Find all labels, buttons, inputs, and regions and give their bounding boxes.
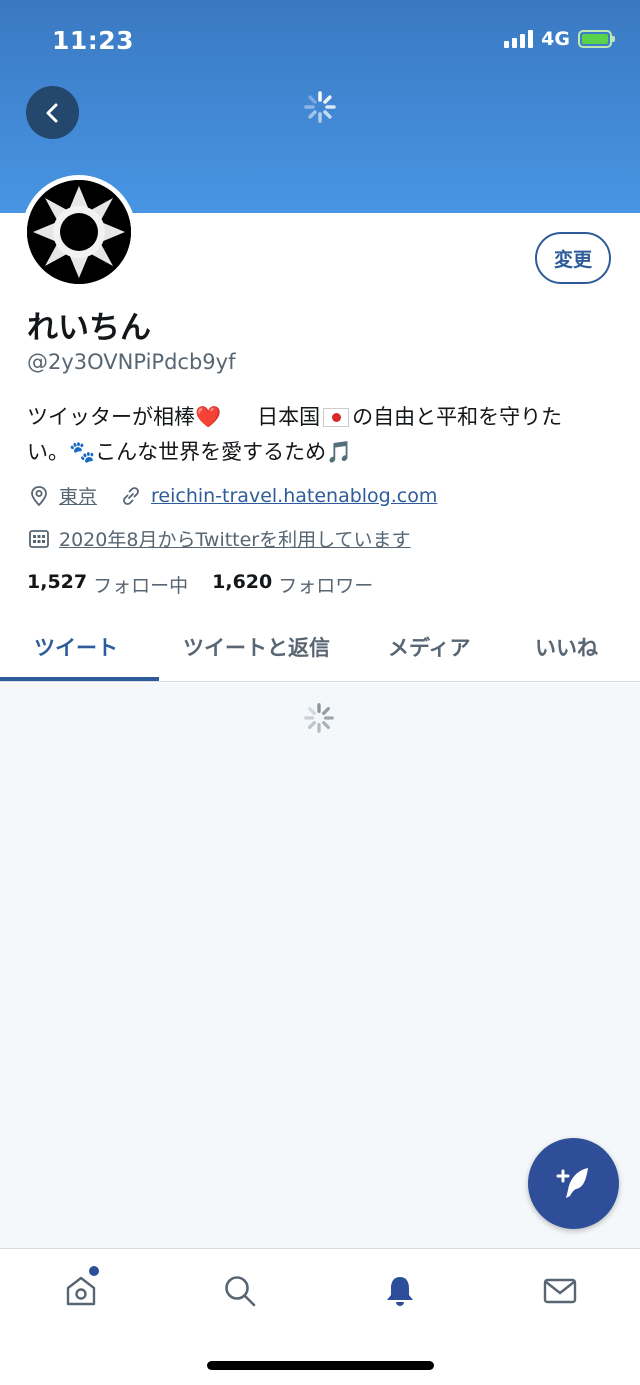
loading-spinner-icon [304, 91, 336, 123]
home-icon [66, 1276, 96, 1306]
followers-label[interactable]: フォロワー [278, 571, 373, 598]
avatar[interactable] [22, 175, 136, 289]
bio-text-c: の自由と平和を守りた [352, 405, 563, 429]
chevron-left-icon [46, 103, 57, 122]
new-content-dot [89, 1266, 99, 1276]
nav-messages[interactable] [540, 1271, 580, 1311]
tab-likes[interactable]: いいね [535, 632, 598, 662]
home-indicator[interactable] [207, 1361, 434, 1370]
loading-spinner-icon [304, 703, 334, 733]
profile-website-link[interactable]: reichin-travel.hatenablog.com [151, 485, 437, 507]
bell-icon [387, 1277, 413, 1306]
profile-name: れいちん [27, 310, 151, 346]
following-count[interactable]: 1,527 [27, 571, 87, 598]
following-label[interactable]: フォロー中 [93, 571, 188, 598]
status-indicators: 4G [504, 28, 615, 50]
link-icon [119, 484, 143, 508]
back-button[interactable] [26, 86, 79, 139]
profile-handle: @2y3OVNPiPdcb9yf [27, 350, 236, 374]
avatar-image [27, 180, 131, 284]
heart-emoji: ❤️ [195, 405, 222, 429]
tab-media[interactable]: メディア [388, 632, 471, 662]
search-icon [225, 1276, 256, 1307]
profile-joined-date: 2020年8月からTwitterを利用しています [59, 529, 411, 551]
bio-line-1: ツイッターが相棒❤️ 日本国 の自由と平和を守りた [27, 400, 622, 435]
profile-tabs: ツイート ツイートと返信 メディア いいね [0, 620, 640, 682]
tab-tweets-and-replies[interactable]: ツイートと返信 [183, 632, 330, 662]
sun-emblem-icon [27, 180, 131, 284]
envelope-icon [543, 1278, 577, 1304]
profile-location: 東京 [59, 486, 98, 508]
bio-text-b: 日本国 [257, 405, 321, 429]
follow-stats: 1,527 フォロー中 1,620 フォロワー [27, 571, 373, 598]
nav-search[interactable] [220, 1271, 260, 1311]
bio-line-2: い。🐾こんな世界を愛するため🎵 [27, 440, 353, 464]
followers-count[interactable]: 1,620 [212, 571, 272, 598]
tab-tweets[interactable]: ツイート [34, 632, 118, 662]
nav-home[interactable] [61, 1266, 101, 1311]
network-type: 4G [541, 28, 570, 50]
bio-text-a: ツイッターが相棒 [27, 405, 195, 429]
active-tab-indicator [0, 677, 159, 681]
status-time: 11:23 [52, 26, 135, 55]
japan-flag-icon [323, 408, 350, 427]
profile-joined-row: 2020年8月からTwitterを利用しています [27, 525, 411, 552]
calendar-icon [27, 527, 51, 551]
profile-bio: ツイッターが相棒❤️ 日本国 の自由と平和を守りた い。🐾こんな世界を愛するため🎵 [27, 400, 622, 470]
compose-feather-icon [556, 1167, 588, 1198]
compose-tweet-button[interactable] [528, 1138, 619, 1229]
profile-meta-row: 東京 reichin-travel.hatenablog.com [27, 482, 437, 509]
signal-icon [504, 30, 534, 48]
battery-icon [578, 30, 615, 48]
location-pin-icon [27, 484, 51, 508]
nav-notifications[interactable] [380, 1271, 420, 1311]
edit-profile-button[interactable]: 変更 [535, 232, 611, 284]
